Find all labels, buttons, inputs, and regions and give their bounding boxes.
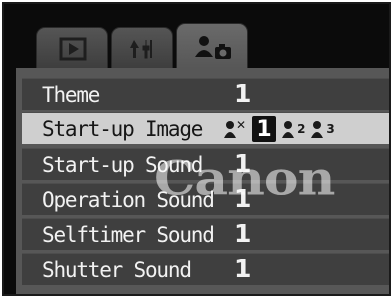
- menu-label: Theme: [42, 83, 100, 107]
- menu-row-selftimer-sound[interactable]: Selftimer Sound 1: [22, 218, 389, 250]
- menu-row-shutter-sound[interactable]: Shutter Sound 1: [22, 253, 389, 285]
- camera-lcd-screen: Theme 1 Start-up Image ✕ 1 2 3 Start-up …: [2, 2, 391, 296]
- person-icon: [282, 121, 295, 138]
- menu-value: 1: [234, 149, 252, 178]
- option-3[interactable]: 3: [311, 116, 335, 142]
- menu-value: 1: [234, 79, 252, 108]
- play-icon: [59, 37, 87, 61]
- menu-value: 1: [234, 184, 252, 213]
- menu-label: Shutter Sound: [42, 258, 192, 282]
- menu-row-operation-sound[interactable]: Operation Sound 1: [22, 183, 389, 215]
- startup-image-options: ✕ 1 2 3: [224, 116, 341, 142]
- tab-my-camera[interactable]: [176, 23, 248, 68]
- menu-label: Start-up Image: [42, 117, 203, 141]
- menu-tab-bar: [4, 4, 389, 68]
- tab-setup[interactable]: [111, 27, 173, 68]
- menu-label: Operation Sound: [42, 188, 215, 212]
- option-off[interactable]: ✕: [224, 116, 246, 142]
- menu-label: Start-up Sound: [42, 153, 203, 177]
- menu-value: 1: [234, 254, 252, 283]
- menu-row-theme[interactable]: Theme 1: [22, 78, 389, 110]
- menu-row-startup-image[interactable]: Start-up Image ✕ 1 2 3: [22, 112, 389, 144]
- my-camera-icon: [195, 36, 231, 59]
- option-2[interactable]: 2: [282, 116, 305, 142]
- menu-row-startup-sound[interactable]: Start-up Sound 1: [22, 148, 389, 180]
- person-icon: [311, 121, 324, 138]
- menu-label: Selftimer Sound: [42, 223, 215, 247]
- tab-playback[interactable]: [36, 27, 108, 68]
- menu-value: 1: [234, 219, 252, 248]
- option-1-selected[interactable]: 1: [252, 116, 277, 142]
- setup-icon: [130, 40, 152, 59]
